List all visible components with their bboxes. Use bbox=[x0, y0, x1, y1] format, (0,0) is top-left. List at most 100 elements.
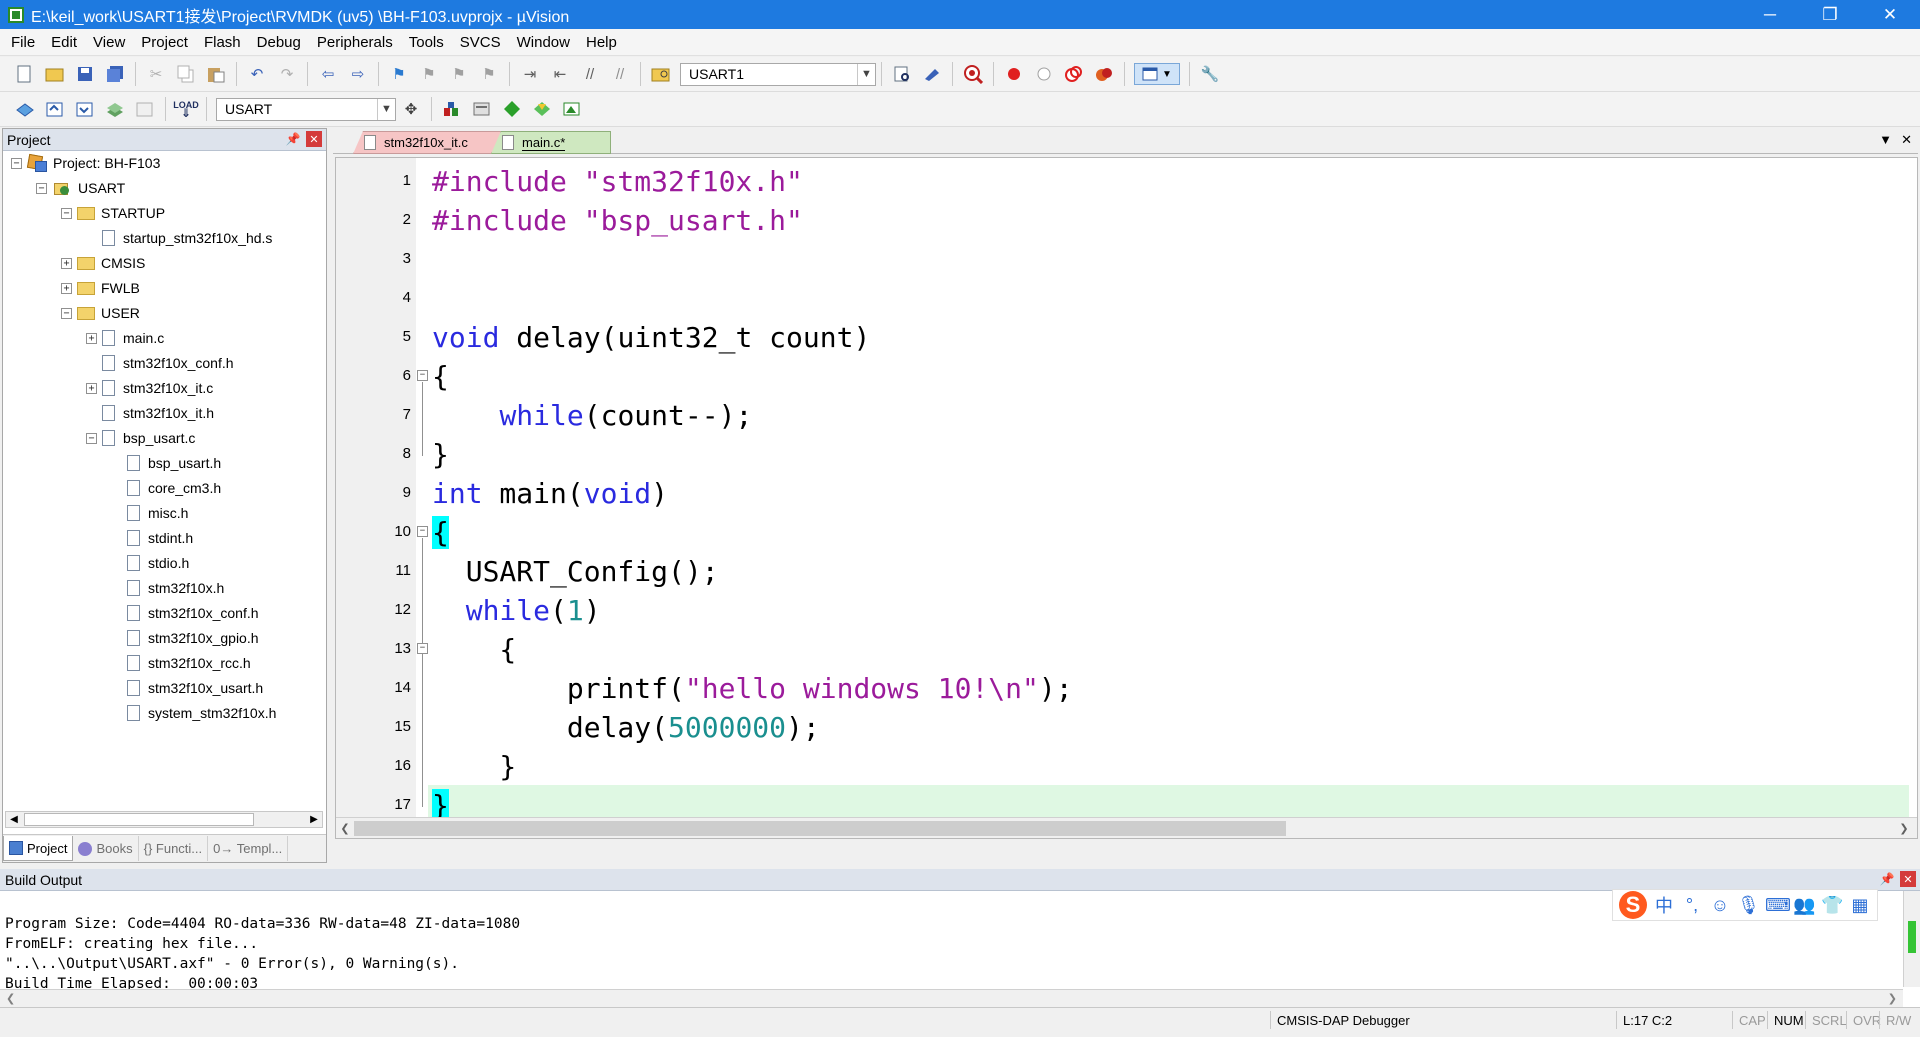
user-icon[interactable]: 👥 bbox=[1793, 895, 1815, 916]
tree-item[interactable]: startup_stm32f10x_hd.s bbox=[86, 227, 272, 249]
tab-functions[interactable]: {} Functi... bbox=[139, 836, 209, 861]
copy-icon[interactable] bbox=[175, 63, 197, 85]
code-line[interactable]: delay(5000000); bbox=[432, 711, 820, 744]
expand-icon[interactable]: + bbox=[86, 332, 97, 344]
ime-punctuation[interactable]: °, bbox=[1681, 895, 1703, 916]
save-all-icon[interactable] bbox=[104, 63, 126, 85]
rebuild-icon[interactable] bbox=[74, 98, 96, 120]
code-editor[interactable]: 1 #include "stm32f10x.h" 2 #include "bsp_us… bbox=[335, 157, 1918, 839]
tree-item[interactable]: system_stm32f10x.h bbox=[111, 702, 276, 724]
tree-item[interactable]: + main.c bbox=[86, 327, 164, 349]
manage-project-items-icon[interactable] bbox=[441, 98, 463, 120]
menu-tools[interactable]: Tools bbox=[401, 34, 452, 51]
tree-item[interactable]: stm32f10x.h bbox=[111, 577, 224, 599]
tree-item[interactable]: + FWLB bbox=[61, 277, 140, 299]
collapse-icon[interactable]: − bbox=[61, 207, 72, 219]
close-panel-icon[interactable]: ✕ bbox=[1900, 871, 1916, 887]
tab-stm32f10x-it-c[interactable]: stm32f10x_it.c bbox=[353, 131, 501, 154]
menu-project[interactable]: Project bbox=[133, 34, 196, 51]
open-folder-icon[interactable] bbox=[44, 63, 66, 85]
code-line[interactable]: USART_Config(); bbox=[432, 555, 719, 588]
menu-file[interactable]: File bbox=[3, 34, 43, 51]
pin-icon[interactable]: 📌 bbox=[1880, 871, 1895, 887]
expand-icon[interactable]: + bbox=[86, 382, 97, 394]
bookmark-icon[interactable]: ⚑ bbox=[388, 63, 410, 85]
scroll-left-icon[interactable]: ❮ bbox=[6, 992, 15, 1005]
code-line[interactable]: while (count--); bbox=[432, 399, 752, 432]
cut-icon[interactable]: ✂ bbox=[145, 63, 167, 85]
configure-wrench-icon[interactable]: 🔧 bbox=[1199, 63, 1221, 85]
code-line[interactable]: printf("hello windows 10!\n"); bbox=[432, 672, 1073, 705]
tree-item[interactable]: stm32f10x_rcc.h bbox=[111, 652, 251, 674]
pack-installer-icon[interactable] bbox=[471, 98, 493, 120]
new-file-icon[interactable] bbox=[14, 63, 36, 85]
chevron-down-icon[interactable]: ▼ bbox=[857, 63, 875, 85]
tree-item[interactable]: stm32f10x_usart.h bbox=[111, 677, 263, 699]
tree-item[interactable]: stdio.h bbox=[111, 552, 189, 574]
keyboard-icon[interactable]: ⌨ bbox=[1765, 895, 1791, 916]
collapse-icon[interactable]: − bbox=[11, 157, 22, 169]
tree-item[interactable]: core_cm3.h bbox=[111, 477, 221, 499]
incremental-find-icon[interactable] bbox=[891, 63, 913, 85]
ime-toolbar[interactable]: S 中 °, ☺ 🎙 ⌨ 👥 👕 ▦ bbox=[1612, 889, 1878, 921]
build-vscrollbar[interactable] bbox=[1903, 891, 1920, 987]
save-icon[interactable] bbox=[74, 63, 96, 85]
close-tab-icon[interactable]: ✕ bbox=[1901, 132, 1912, 148]
fold-collapse-icon[interactable]: − bbox=[417, 643, 428, 654]
indent-icon[interactable]: ⇥ bbox=[519, 63, 541, 85]
code-line[interactable]: } bbox=[432, 750, 516, 783]
menu-peripherals[interactable]: Peripherals bbox=[309, 34, 401, 51]
tree-item[interactable]: misc.h bbox=[111, 502, 188, 524]
tab-main-c[interactable]: main.c* bbox=[491, 131, 611, 154]
emoji-icon[interactable]: ☺ bbox=[1709, 895, 1731, 916]
clear-bookmarks-icon[interactable]: ⚑ bbox=[478, 63, 500, 85]
chevron-down-icon[interactable]: ▼ bbox=[377, 98, 395, 120]
tab-project[interactable]: Project bbox=[3, 836, 74, 861]
select-packs-icon[interactable] bbox=[501, 98, 523, 120]
toolbox-grid-icon[interactable]: ▦ bbox=[1849, 895, 1871, 916]
restore-button[interactable]: ❐ bbox=[1800, 0, 1860, 29]
scroll-left-icon[interactable]: ◀ bbox=[6, 812, 22, 827]
sogou-logo-icon[interactable]: S bbox=[1619, 891, 1647, 919]
scroll-thumb[interactable] bbox=[24, 813, 254, 826]
menu-help[interactable]: Help bbox=[578, 34, 625, 51]
code-line[interactable]: int main(void) bbox=[432, 477, 668, 510]
tab-books[interactable]: Books bbox=[73, 836, 139, 861]
prev-bookmark-icon[interactable]: ⚑ bbox=[418, 63, 440, 85]
scroll-left-icon[interactable]: ❮ bbox=[338, 820, 352, 836]
redo-icon[interactable]: ↷ bbox=[276, 63, 298, 85]
tab-templates[interactable]: 0→ Templ... bbox=[208, 836, 289, 861]
minimize-button[interactable]: ─ bbox=[1740, 0, 1800, 29]
collapse-icon[interactable]: − bbox=[61, 307, 72, 319]
pin-icon[interactable]: 📌 bbox=[286, 131, 301, 147]
tree-item[interactable]: − Project: BH-F103 bbox=[11, 152, 160, 174]
ime-mode[interactable]: 中 bbox=[1653, 892, 1675, 918]
tree-item[interactable]: stm32f10x_it.h bbox=[86, 402, 214, 424]
menu-window[interactable]: Window bbox=[509, 34, 578, 51]
menu-view[interactable]: View bbox=[85, 34, 133, 51]
uncomment-icon[interactable]: // bbox=[609, 63, 631, 85]
tree-item[interactable]: − bsp_usart.c bbox=[86, 427, 195, 449]
tree-item[interactable]: + CMSIS bbox=[61, 252, 145, 274]
code-line[interactable]: { bbox=[432, 515, 449, 549]
window-layout-icon[interactable]: ▼ bbox=[1134, 63, 1180, 85]
build-icon[interactable] bbox=[44, 98, 66, 120]
disable-breakpoint-icon[interactable] bbox=[1033, 63, 1055, 85]
close-button[interactable]: ✕ bbox=[1860, 0, 1920, 29]
fold-collapse-icon[interactable]: − bbox=[417, 526, 428, 537]
target-combo[interactable]: USART ▼ bbox=[216, 97, 396, 121]
code-line[interactable]: void delay(uint32_t count) bbox=[432, 321, 870, 354]
scroll-thumb[interactable] bbox=[354, 821, 1286, 836]
microphone-icon[interactable]: 🎙 bbox=[1737, 895, 1760, 916]
config-wizard-icon[interactable] bbox=[921, 63, 943, 85]
tab-list-chevron-icon[interactable]: ▼ bbox=[1879, 132, 1892, 147]
next-bookmark-icon[interactable]: ⚑ bbox=[448, 63, 470, 85]
project-hscrollbar[interactable]: ◀ ▶ bbox=[5, 811, 323, 828]
target-options-icon[interactable]: ✥ bbox=[400, 98, 422, 120]
menu-flash[interactable]: Flash bbox=[196, 34, 249, 51]
undo-icon[interactable]: ↶ bbox=[246, 63, 268, 85]
tree-item[interactable]: − USER bbox=[61, 302, 140, 324]
disable-all-breakpoints-icon[interactable] bbox=[1063, 63, 1085, 85]
find-combo[interactable]: USART1 ▼ bbox=[680, 62, 876, 86]
navigate-forward-icon[interactable]: ⇨ bbox=[347, 63, 369, 85]
